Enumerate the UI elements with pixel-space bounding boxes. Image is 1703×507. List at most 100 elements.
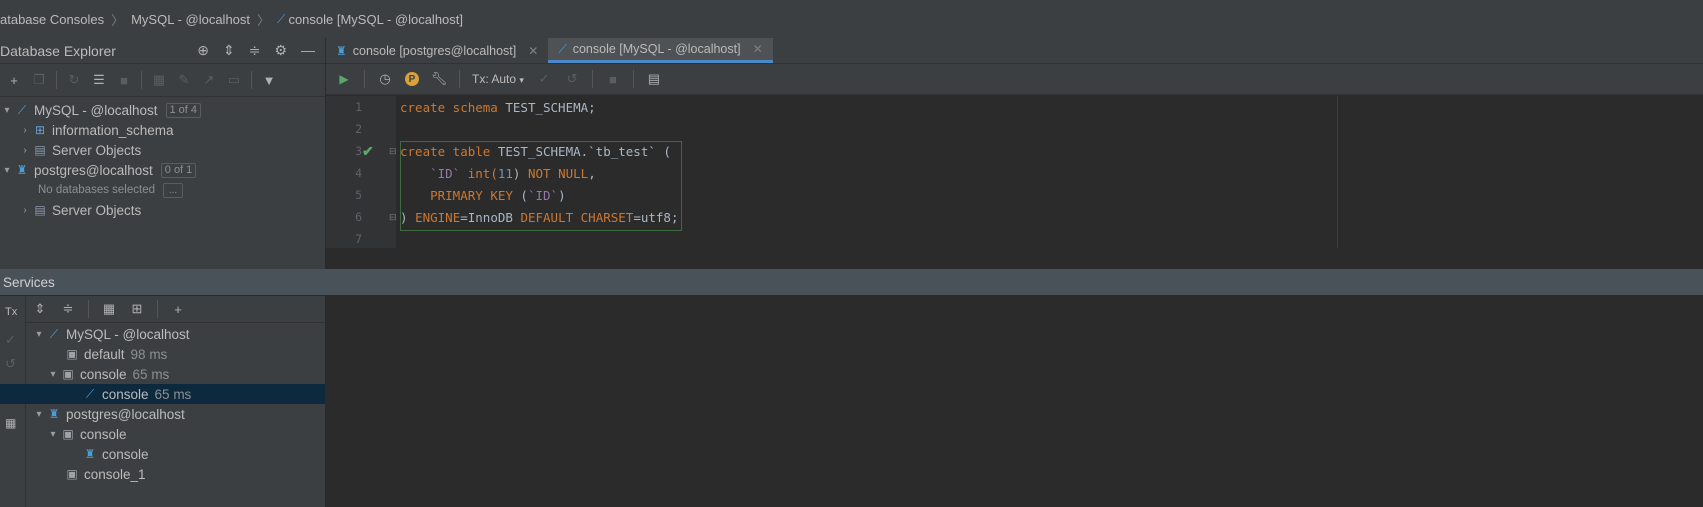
close-icon[interactable]: ✕ <box>753 42 763 56</box>
fold-icon[interactable]: ⊟ <box>389 146 397 157</box>
service-node-console[interactable]: ▾ ▣ console 65 ms <box>26 364 325 384</box>
minimize-icon[interactable]: — <box>301 42 315 59</box>
node-label: information_schema <box>52 122 174 138</box>
node-label: postgres@localhost <box>66 406 185 422</box>
collapse-all-icon[interactable]: ≑ <box>60 301 76 317</box>
commit-icon[interactable]: ✓ <box>536 71 552 87</box>
new-tab-icon[interactable]: ⊞ <box>129 301 145 317</box>
tree-node-postgres[interactable]: ▾ ♜ postgres@localhost 0 of 1 <box>0 160 325 180</box>
chevron-down-icon[interactable]: ▾ <box>0 105 14 116</box>
tab-console-mysql[interactable]: ⟋ console [MySQL - @localhost] ✕ <box>548 38 773 63</box>
line-number: 5 <box>355 188 362 202</box>
gear-icon[interactable]: ⚙ <box>274 42 287 59</box>
fold-icon[interactable]: ⊟ <box>389 212 397 223</box>
breadcrumb-item[interactable]: atabase Consoles <box>0 12 104 27</box>
line-number: 4 <box>355 166 362 180</box>
tx-mode-label: Tx: Auto <box>472 72 517 86</box>
locate-icon[interactable]: ⊕ <box>197 42 209 59</box>
tx-mode-dropdown[interactable]: Tx: Auto ▾ <box>472 72 524 86</box>
rollback-icon[interactable]: ↺ <box>564 71 580 87</box>
service-node-default[interactable]: ▣ default 98 ms <box>26 344 325 364</box>
services-toolbar: ⇕ ≑ ▦ ⊞ + <box>26 296 325 323</box>
mysql-icon: ⟋ <box>558 41 567 56</box>
refresh-icon[interactable]: ↻ <box>66 72 82 88</box>
statement-highlight <box>400 141 682 231</box>
stop-icon[interactable]: ■ <box>605 71 621 87</box>
sql-keyword: create schema <box>400 100 498 115</box>
schema-count-badge[interactable]: 1 of 4 <box>165 102 202 118</box>
right-margin-guide <box>1337 96 1338 248</box>
toolbar-divider <box>364 70 365 88</box>
tab-label: console [MySQL - @localhost] <box>572 42 741 56</box>
chevron-down-icon[interactable]: ▾ <box>32 329 46 340</box>
chevron-down-icon[interactable]: ▾ <box>46 369 60 380</box>
tree-node-mysql[interactable]: ▾ ⟋ MySQL - @localhost 1 of 4 <box>0 100 325 120</box>
profile-icon[interactable]: P <box>405 72 419 86</box>
history-icon[interactable]: ◷ <box>377 71 393 87</box>
chevron-right-icon[interactable]: › <box>18 205 32 216</box>
filter-icon[interactable]: ▼ <box>261 72 277 88</box>
chevron-down-icon[interactable]: ▾ <box>46 429 60 440</box>
service-node-postgres[interactable]: ▾ ♜ postgres@localhost <box>26 404 325 424</box>
sql-icon[interactable]: ▭ <box>226 72 242 88</box>
session-icon: ▣ <box>66 467 78 481</box>
properties-icon[interactable]: ☰ <box>91 72 107 88</box>
database-explorer-panel: Database Explorer ⊕ ⇕ ≑ ⚙ — + ❐ ↻ ☰ ■ ▦ … <box>0 38 326 269</box>
add-icon[interactable]: + <box>6 72 22 88</box>
expand-all-icon[interactable]: ⇕ <box>223 42 235 59</box>
run-icon[interactable]: ▶ <box>336 71 352 87</box>
rollback-icon[interactable]: ↺ <box>5 356 16 372</box>
add-icon[interactable]: + <box>170 301 186 317</box>
jump-icon[interactable]: ↗ <box>201 72 217 88</box>
mysql-icon: ⟋ <box>85 386 95 401</box>
tree-node-server-objects[interactable]: › ▤ Server Objects <box>0 140 325 160</box>
group-icon[interactable]: ▦ <box>101 301 117 317</box>
schema-count-badge[interactable]: 0 of 1 <box>160 162 197 178</box>
tab-console-postgres[interactable]: ♜ console [postgres@localhost] ✕ <box>326 38 548 63</box>
commit-icon[interactable]: ✓ <box>5 332 16 348</box>
node-label: MySQL - @localhost <box>34 102 158 118</box>
chevron-down-icon[interactable]: ▾ <box>32 409 46 420</box>
elapsed-time: 65 ms <box>154 386 192 402</box>
service-node-mysql[interactable]: ▾ ⟋ MySQL - @localhost <box>26 324 325 344</box>
mysql-icon: ⟋ <box>17 102 27 117</box>
table-icon[interactable]: ▦ <box>151 72 167 88</box>
service-node-pg-console-session[interactable]: ♜ console <box>26 444 325 464</box>
service-node-console-session[interactable]: ⟋ console 65 ms <box>0 384 325 404</box>
wrench-icon[interactable]: 🔧︎ <box>431 71 448 87</box>
node-label: console <box>102 386 149 402</box>
postgres-icon: ♜ <box>336 43 347 58</box>
collapse-all-icon[interactable]: ≑ <box>249 42 261 59</box>
toolbar-divider <box>632 70 634 88</box>
close-icon[interactable]: ✕ <box>528 44 538 58</box>
node-label: console <box>102 446 149 462</box>
node-label: console <box>80 426 127 442</box>
service-node-pg-console[interactable]: ▾ ▣ console <box>26 424 325 444</box>
select-databases-button[interactable]: ... <box>163 182 183 198</box>
folder-icon: ▤ <box>34 203 46 217</box>
code-line: create schema TEST_SCHEMA; <box>400 100 596 115</box>
line-number-gutter: 1 2 3 4 5 6 7 ✔ ⊟ ⊟ <box>326 96 397 248</box>
postgres-icon: ♜ <box>84 447 96 461</box>
edit-icon[interactable]: ✎ <box>176 72 192 88</box>
tx-label[interactable]: Tx <box>5 306 17 318</box>
layout-icon[interactable]: ▦ <box>5 416 16 430</box>
node-label: console_1 <box>84 466 146 482</box>
tree-node-server-objects[interactable]: › ▤ Server Objects <box>0 200 325 220</box>
chevron-down-icon[interactable]: ▾ <box>0 165 14 176</box>
services-tree-panel: ⇕ ≑ ▦ ⊞ + ▾ ⟋ MySQL - @localhost ▣ defau… <box>0 296 326 507</box>
chevron-right-icon[interactable]: › <box>18 125 32 136</box>
service-node-pg-console-1[interactable]: ▣ console_1 <box>26 464 325 484</box>
table-view-icon[interactable]: ▤ <box>646 71 662 87</box>
mysql-icon: ⟋ <box>49 326 59 341</box>
breadcrumb-item[interactable]: console [MySQL - @localhost] <box>288 12 463 27</box>
stop-icon[interactable]: ■ <box>116 72 132 88</box>
chevron-right-icon[interactable]: › <box>18 145 32 156</box>
breadcrumb-item[interactable]: MySQL - @localhost <box>131 12 250 27</box>
node-label: Server Objects <box>52 142 142 158</box>
duplicate-icon[interactable]: ❐ <box>31 72 47 88</box>
expand-all-icon[interactable]: ⇕ <box>32 301 48 317</box>
explorer-toolbar: + ❐ ↻ ☰ ■ ▦ ✎ ↗ ▭ ▼ <box>0 64 325 97</box>
tree-node-information-schema[interactable]: › ⊞ information_schema <box>0 120 325 140</box>
elapsed-time: 65 ms <box>132 366 170 382</box>
